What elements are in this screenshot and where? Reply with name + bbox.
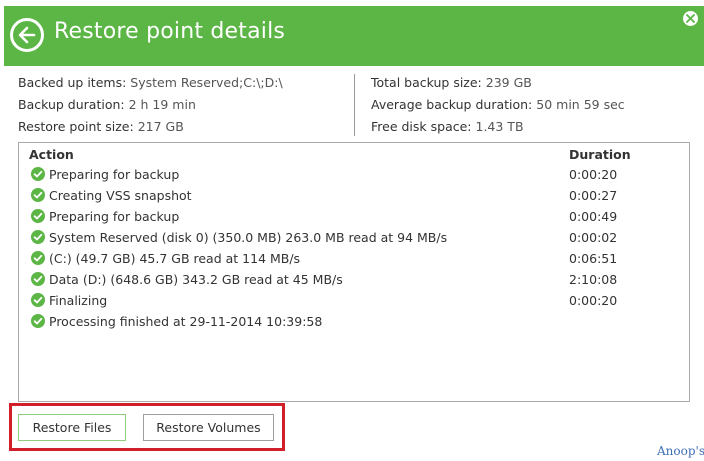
- stat-value: 239 GB: [485, 75, 532, 90]
- stat-value: 2 h 19 min: [128, 97, 196, 112]
- stat-value: 1.43 TB: [475, 119, 524, 134]
- table-row[interactable]: Finalizing 0:00:20: [19, 290, 689, 311]
- row-action: Preparing for backup: [49, 209, 180, 224]
- row-action: Preparing for backup: [49, 167, 180, 182]
- row-action: (C:) (49.7 GB) 45.7 GB read at 114 MB/s: [49, 251, 301, 266]
- stat-restore-point-size: Restore point size: 217 GB: [18, 116, 283, 138]
- stat-label: Restore point size:: [18, 119, 134, 134]
- page-title: Restore point details: [54, 19, 286, 44]
- back-arrow-icon: [18, 26, 36, 44]
- table-row[interactable]: Preparing for backup 0:00:49: [19, 206, 689, 227]
- watermark-text: Anoop's: [657, 444, 704, 458]
- column-header-duration: Duration: [569, 147, 631, 162]
- row-action: Creating VSS snapshot: [49, 188, 192, 203]
- stat-free-disk-space: Free disk space: 1.43 TB: [371, 116, 625, 138]
- row-duration: 0:06:51: [569, 251, 618, 266]
- stats-left-column: Backed up items: System Reserved;C:\;D:\…: [18, 72, 283, 138]
- stat-total-backup-size: Total backup size: 239 GB: [371, 72, 625, 94]
- table-header: Action Duration: [19, 143, 689, 165]
- stat-label: Free disk space:: [371, 119, 472, 134]
- table-body: Preparing for backup 0:00:20 Creating VSS …: [19, 164, 689, 332]
- header-bar: Restore point details: [4, 6, 704, 66]
- row-duration: 0:00:02: [569, 230, 618, 245]
- row-duration: 2:10:08: [569, 272, 618, 287]
- stat-backup-duration: Backup duration: 2 h 19 min: [18, 94, 283, 116]
- table-row[interactable]: Preparing for backup 0:00:20: [19, 164, 689, 185]
- close-icon: [686, 14, 695, 23]
- action-log-table[interactable]: Action Duration Preparing for backup 0:00…: [18, 142, 690, 402]
- check-circle-icon: [31, 314, 45, 328]
- stat-value: 217 GB: [137, 119, 184, 134]
- row-action: Processing finished at 29-11-2014 10:39:…: [49, 314, 323, 329]
- close-button[interactable]: [683, 11, 698, 26]
- check-circle-icon: [31, 251, 45, 265]
- back-button[interactable]: [10, 18, 44, 52]
- table-row[interactable]: Creating VSS snapshot 0:00:27: [19, 185, 689, 206]
- row-duration: 0:00:49: [569, 209, 618, 224]
- stat-label: Backup duration:: [18, 97, 125, 112]
- row-action: Data (D:) (648.6 GB) 343.2 GB read at 45…: [49, 272, 343, 287]
- row-duration: 0:00:20: [569, 167, 618, 182]
- restore-files-button[interactable]: Restore Files: [18, 414, 126, 441]
- stats-right-column: Total backup size: 239 GB Average backup…: [371, 72, 625, 138]
- stat-label: Total backup size:: [371, 75, 482, 90]
- check-circle-icon: [31, 272, 45, 286]
- stat-average-backup-duration: Average backup duration: 50 min 59 sec: [371, 94, 625, 116]
- backup-stats: Backed up items: System Reserved;C:\;D:\…: [18, 72, 688, 138]
- column-header-action: Action: [29, 147, 74, 162]
- stat-label: Backed up items:: [18, 75, 127, 90]
- stat-backed-up-items: Backed up items: System Reserved;C:\;D:\: [18, 72, 283, 94]
- check-circle-icon: [31, 293, 45, 307]
- check-circle-icon: [31, 188, 45, 202]
- stats-divider: [354, 74, 355, 136]
- row-duration: 0:00:27: [569, 188, 618, 203]
- table-row[interactable]: (C:) (49.7 GB) 45.7 GB read at 114 MB/s 0…: [19, 248, 689, 269]
- stat-label: Average backup duration:: [371, 97, 533, 112]
- check-circle-icon: [31, 167, 45, 181]
- check-circle-icon: [31, 209, 45, 223]
- row-action: System Reserved (disk 0) (350.0 MB) 263.…: [49, 230, 448, 245]
- row-action: Finalizing: [49, 293, 108, 308]
- stat-value: 50 min 59 sec: [536, 97, 625, 112]
- stat-value: System Reserved;C:\;D:\: [130, 75, 283, 90]
- table-row[interactable]: System Reserved (disk 0) (350.0 MB) 263.…: [19, 227, 689, 248]
- restore-volumes-button[interactable]: Restore Volumes: [143, 414, 274, 441]
- row-duration: 0:00:20: [569, 293, 618, 308]
- table-row[interactable]: Data (D:) (648.6 GB) 343.2 GB read at 45…: [19, 269, 689, 290]
- table-row[interactable]: Processing finished at 29-11-2014 10:39:…: [19, 311, 689, 332]
- check-circle-icon: [31, 230, 45, 244]
